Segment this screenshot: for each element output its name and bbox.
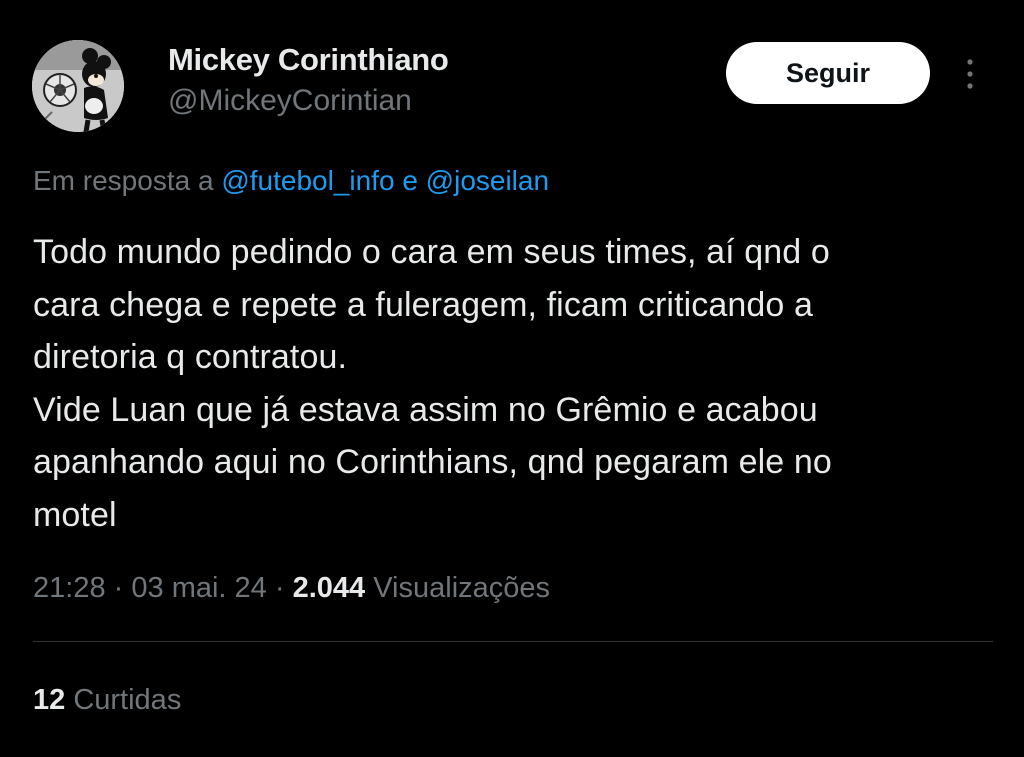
meta-separator: · bbox=[274, 572, 285, 604]
tweet-text-line: apanhando aqui no Corinthians, qnd pegar… bbox=[33, 443, 832, 481]
divider bbox=[33, 641, 993, 642]
tweet-text: Todo mundo pedindo o cara em seus times,… bbox=[33, 226, 993, 541]
mickey-avatar-icon bbox=[32, 40, 124, 132]
author-handle[interactable]: @MickeyCorintian bbox=[168, 84, 412, 118]
likes-stat[interactable]: 12 Curtidas bbox=[33, 684, 181, 717]
author-display-name[interactable]: Mickey Corinthiano bbox=[168, 42, 449, 78]
mention-link[interactable]: @joseilan bbox=[426, 165, 549, 196]
mention-joiner[interactable]: e bbox=[402, 165, 418, 196]
tweet-detail: Mickey Corinthiano @MickeyCorintian Segu… bbox=[0, 0, 1024, 757]
mention-link[interactable]: @futebol_info bbox=[221, 165, 394, 196]
tweet-text-line: Todo mundo pedindo o cara em seus times,… bbox=[33, 233, 830, 271]
tweet-date[interactable]: 03 mai. 24 bbox=[131, 572, 266, 604]
tweet-meta: 21:28 · 03 mai. 24 · 2.044 Visualizações bbox=[33, 572, 550, 605]
views-count[interactable]: 2.044 bbox=[293, 572, 366, 604]
follow-button[interactable]: Seguir bbox=[726, 42, 930, 104]
tweet-text-line: Vide Luan que já estava assim no Grêmio … bbox=[33, 390, 818, 429]
reply-prefix: Em resposta a bbox=[33, 165, 214, 196]
likes-count: 12 bbox=[33, 684, 66, 716]
likes-label: Curtidas bbox=[73, 684, 182, 716]
tweet-text-line: motel bbox=[33, 495, 117, 534]
meta-separator: · bbox=[113, 572, 124, 604]
reply-context: Em resposta a @futebol_info e @joseilan bbox=[33, 165, 549, 197]
tweet-text-line: cara chega e repete a fuleragem, ficam c… bbox=[33, 285, 813, 324]
more-vertical-icon[interactable] bbox=[958, 56, 982, 92]
tweet-time[interactable]: 21:28 bbox=[33, 572, 106, 604]
views-label[interactable]: Visualizações bbox=[373, 572, 550, 604]
tweet-text-line: diretoria q contratou. bbox=[33, 338, 348, 376]
avatar[interactable] bbox=[32, 40, 124, 132]
